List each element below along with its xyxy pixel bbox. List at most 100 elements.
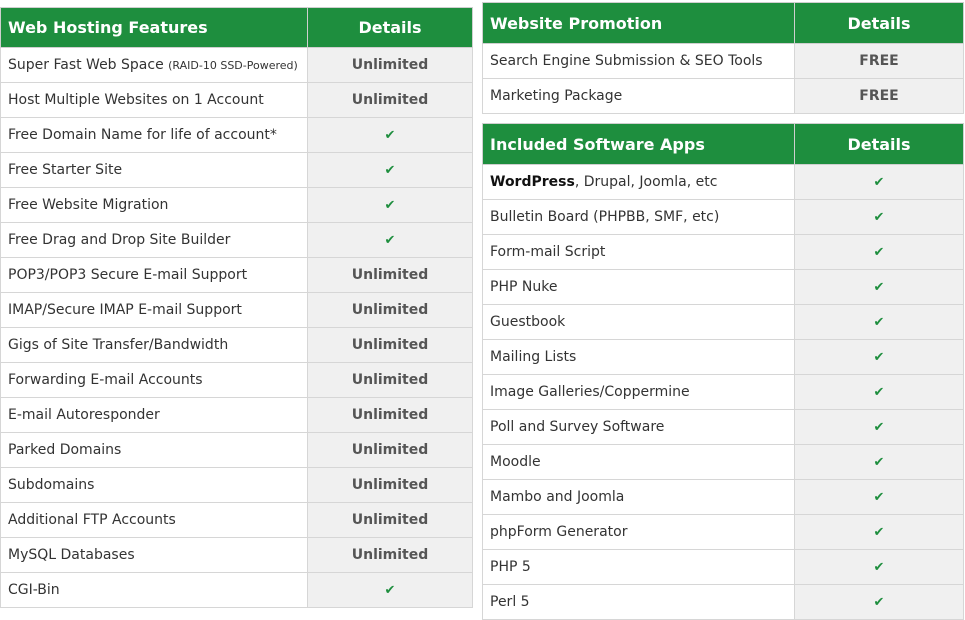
feature-cell: PHP Nuke [482, 269, 795, 305]
table-row: Free Starter Site ✔ [0, 152, 473, 188]
feature-cell: Mailing Lists [482, 339, 795, 375]
table-row: Bulletin Board (PHPBB, SMF, etc) ✔ [482, 199, 964, 235]
details-cell: Unlimited [307, 82, 473, 118]
feature-label: Mailing Lists [490, 349, 577, 365]
feature-cell: PHP 5 [482, 549, 795, 585]
column-header-feature: Web Hosting Features [0, 7, 308, 48]
table-row: Forwarding E-mail Accounts Unlimited [0, 362, 473, 398]
feature-note: (RAID-10 SSD-Powered) [168, 59, 298, 72]
table-header-row: Web Hosting Features Details [0, 7, 473, 48]
feature-label: phpForm Generator [490, 524, 628, 540]
details-value: FREE [859, 53, 899, 69]
details-cell: ✔ [794, 444, 964, 480]
feature-label: Parked Domains [8, 442, 122, 458]
checkmark-icon: ✔ [873, 420, 885, 435]
software-apps-table: Included Software Apps Details WordPress… [482, 123, 964, 620]
table-row: E-mail Autoresponder Unlimited [0, 397, 473, 433]
feature-cell: Free Drag and Drop Site Builder [0, 222, 308, 258]
checkmark-icon: ✔ [873, 245, 885, 260]
feature-cell: Gigs of Site Transfer/Bandwidth [0, 327, 308, 363]
details-cell: ✔ [307, 187, 473, 223]
feature-label: Gigs of Site Transfer/Bandwidth [8, 337, 229, 353]
details-cell: Unlimited [307, 502, 473, 538]
details-cell: ✔ [794, 584, 964, 620]
table-row: Perl 5 ✔ [482, 584, 964, 620]
feature-label: PHP 5 [490, 559, 531, 575]
table-row: IMAP/Secure IMAP E-mail Support Unlimited [0, 292, 473, 328]
details-value: Unlimited [351, 477, 429, 493]
details-cell: Unlimited [307, 327, 473, 363]
feature-cell: Form-mail Script [482, 234, 795, 270]
column-header-details: Details [794, 123, 964, 165]
feature-cell: E-mail Autoresponder [0, 397, 308, 433]
table-row: Moodle ✔ [482, 444, 964, 480]
table-row: Host Multiple Websites on 1 Account Unlim… [0, 82, 473, 118]
details-cell: Unlimited [307, 257, 473, 293]
details-value: Unlimited [351, 267, 429, 283]
table-row: Parked Domains Unlimited [0, 432, 473, 468]
column-header-details: Details [794, 2, 964, 44]
feature-label: Perl 5 [490, 594, 530, 610]
feature-label: Bulletin Board (PHPBB, SMF, etc) [490, 209, 720, 225]
table-row: Poll and Survey Software ✔ [482, 409, 964, 445]
details-cell: ✔ [794, 269, 964, 305]
details-cell: ✔ [794, 164, 964, 200]
checkmark-icon: ✔ [873, 525, 885, 540]
feature-cell: Free Domain Name for life of account* [0, 117, 308, 153]
details-cell: Unlimited [307, 397, 473, 433]
feature-cell: CGI-Bin [0, 572, 308, 608]
table-row: Super Fast Web Space (RAID-10 SSD-Powere… [0, 47, 473, 83]
details-cell: ✔ [307, 222, 473, 258]
feature-label: Form-mail Script [490, 244, 606, 260]
table-row: Marketing Package FREE [482, 78, 964, 114]
feature-cell: Mambo and Joomla [482, 479, 795, 515]
feature-cell: Moodle [482, 444, 795, 480]
feature-cell: Forwarding E-mail Accounts [0, 362, 308, 398]
checkmark-icon: ✔ [384, 233, 396, 248]
details-value: Unlimited [351, 547, 429, 563]
details-cell: ✔ [794, 304, 964, 340]
details-cell: ✔ [307, 572, 473, 608]
checkmark-icon: ✔ [873, 455, 885, 470]
details-cell: ✔ [794, 514, 964, 550]
feature-label: Moodle [490, 454, 541, 470]
feature-cell: Bulletin Board (PHPBB, SMF, etc) [482, 199, 795, 235]
table-row: Additional FTP Accounts Unlimited [0, 502, 473, 538]
feature-label: POP3/POP3 Secure E-mail Support [8, 267, 248, 283]
table-row: PHP Nuke ✔ [482, 269, 964, 305]
details-cell: ✔ [794, 339, 964, 375]
feature-cell: Additional FTP Accounts [0, 502, 308, 538]
table-row: MySQL Databases Unlimited [0, 537, 473, 573]
feature-cell: Free Starter Site [0, 152, 308, 188]
details-cell: Unlimited [307, 47, 473, 83]
table-header-row: Website Promotion Details [482, 2, 964, 44]
table-row: WordPress, Drupal, Joomla, etc ✔ [482, 164, 964, 200]
checkmark-icon: ✔ [384, 583, 396, 598]
feature-cell: MySQL Databases [0, 537, 308, 573]
feature-label: Guestbook [490, 314, 566, 330]
feature-cell: phpForm Generator [482, 514, 795, 550]
feature-label: Image Galleries/Coppermine [490, 384, 690, 400]
checkmark-icon: ✔ [873, 210, 885, 225]
hosting-features-table: Web Hosting Features Details Super Fast … [0, 7, 473, 608]
details-value: Unlimited [351, 337, 429, 353]
details-cell: Unlimited [307, 292, 473, 328]
checkmark-icon: ✔ [873, 595, 885, 610]
checkmark-icon: ✔ [384, 163, 396, 178]
table-row: CGI-Bin ✔ [0, 572, 473, 608]
details-cell: ✔ [307, 117, 473, 153]
feature-cell: IMAP/Secure IMAP E-mail Support [0, 292, 308, 328]
feature-cell: Super Fast Web Space (RAID-10 SSD-Powere… [0, 47, 308, 83]
details-value: Unlimited [351, 372, 429, 388]
table-row: Guestbook ✔ [482, 304, 964, 340]
details-cell: ✔ [794, 234, 964, 270]
feature-cell: Parked Domains [0, 432, 308, 468]
feature-label: Super Fast Web Space [8, 57, 164, 73]
details-value: Unlimited [351, 512, 429, 528]
table-header-row: Included Software Apps Details [482, 123, 964, 165]
table-row: POP3/POP3 Secure E-mail Support Unlimited [0, 257, 473, 293]
feature-label: CGI-Bin [8, 582, 60, 598]
checkmark-icon: ✔ [873, 350, 885, 365]
table-row: Mailing Lists ✔ [482, 339, 964, 375]
feature-label: Marketing Package [490, 88, 623, 104]
